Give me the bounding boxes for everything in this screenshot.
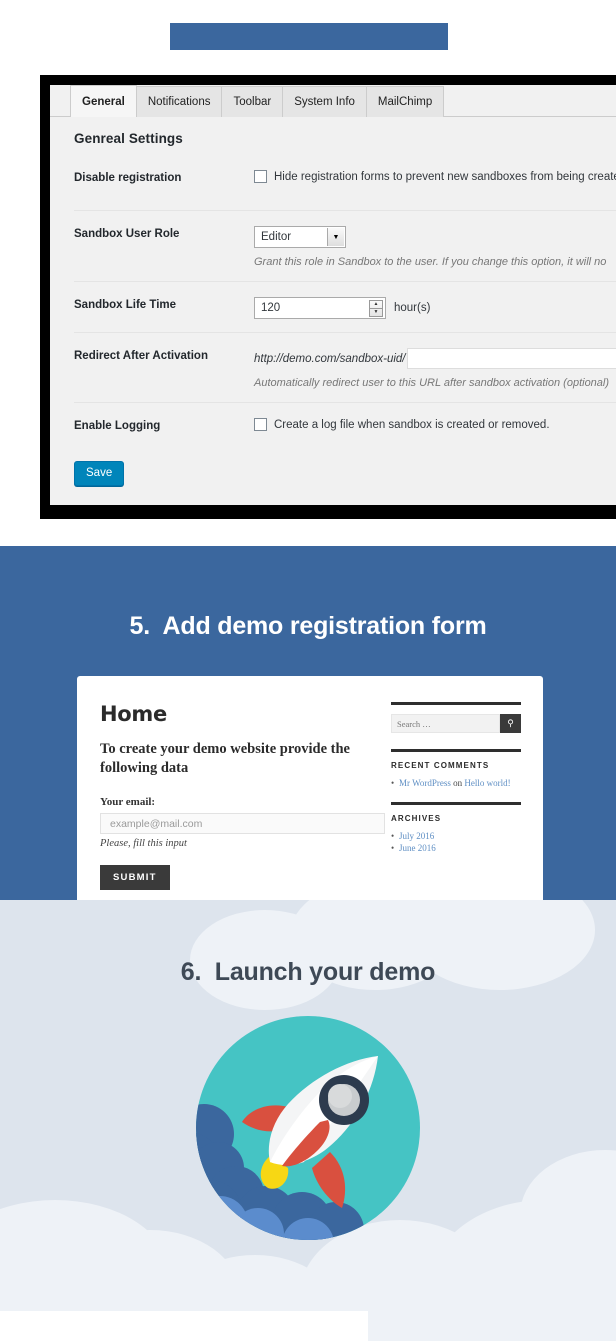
tab-mailchimp[interactable]: MailChimp xyxy=(365,86,445,117)
field-label: Sandbox Life Time xyxy=(74,299,177,311)
list-item: Mr WordPress on Hello world! xyxy=(391,778,521,788)
demo-main-content: Home To create your demo website provide… xyxy=(77,702,391,920)
recent-comments-title: RECENT COMMENTS xyxy=(391,761,490,770)
demo-subtitle: To create your demo website provide the … xyxy=(100,741,350,776)
archive-link-july[interactable]: July 2016 xyxy=(399,831,434,841)
list-item: June 2016 xyxy=(391,843,521,853)
search-icon[interactable]: ⚲ xyxy=(500,714,521,733)
wp-admin-screenshot: General Notifications Toolbar System Info Ma… xyxy=(40,75,616,519)
field-label: Redirect After Activation xyxy=(74,350,208,362)
form-row-sandbox-life-time: Sandbox Life Time 120 ▲ ▼ hour(s) xyxy=(74,281,616,332)
number-stepper[interactable]: ▲ ▼ xyxy=(369,300,383,317)
tab-toolbar[interactable]: Toolbar xyxy=(221,86,284,117)
divider xyxy=(391,802,521,805)
archives-title: ARCHIVES xyxy=(391,814,442,823)
page-title: Genreal Settings xyxy=(74,131,183,146)
field-label: Disable registration xyxy=(74,172,182,184)
email-field[interactable]: example@mail.com xyxy=(100,813,385,835)
section-6-number: 6. xyxy=(180,958,202,986)
bottom-white-band xyxy=(0,1311,368,1341)
form-row-enable-logging: Enable Logging Create a log file when sa… xyxy=(74,402,616,445)
section-5-number: 5. xyxy=(129,612,150,640)
demo-sidebar: Search … ⚲ RECENT COMMENTS Mr WordPress … xyxy=(391,702,531,920)
section-5-heading: 5. Add demo registration form xyxy=(0,546,616,641)
chevron-down-icon[interactable]: ▼ xyxy=(327,228,344,246)
demo-site-preview-card: Home To create your demo website provide… xyxy=(77,676,543,920)
redirect-url-input[interactable] xyxy=(406,348,616,369)
demo-page-title: Home xyxy=(100,702,167,726)
url-prefix-label: http://demo.com/sandbox-uid/ xyxy=(254,352,406,365)
disable-registration-checkbox[interactable] xyxy=(254,170,267,183)
unit-label: hour(s) xyxy=(394,302,431,314)
sandbox-life-time-input[interactable]: 120 ▲ ▼ xyxy=(254,297,386,319)
section-5-title: Add demo registration form xyxy=(162,612,487,640)
comment-author-link[interactable]: Mr WordPress xyxy=(399,778,451,788)
email-field-label: Your email: xyxy=(100,796,156,809)
rocket-launch-illustration xyxy=(196,1016,420,1240)
archives-list: July 2016 June 2016 xyxy=(391,831,521,853)
rocket-launch-icon xyxy=(196,1016,420,1240)
stepper-up-icon[interactable]: ▲ xyxy=(370,301,382,309)
divider xyxy=(391,702,521,705)
section-6-heading: 6. Launch your demo xyxy=(0,958,616,987)
search-input[interactable]: Search … xyxy=(391,714,500,733)
field-label: Enable Logging xyxy=(74,420,161,432)
list-item: July 2016 xyxy=(391,831,521,841)
wp-admin-panel: General Notifications Toolbar System Info Ma… xyxy=(50,85,616,505)
archive-link-june[interactable]: June 2016 xyxy=(399,843,436,853)
checkbox-label: Create a log file when sandbox is create… xyxy=(274,418,550,431)
rocket-window-glass-highlight xyxy=(328,1084,352,1108)
top-cropped-heading-bar xyxy=(170,23,448,50)
comment-post-link[interactable]: Hello world! xyxy=(464,778,510,788)
settings-tabs: General Notifications Toolbar System Info Ma… xyxy=(50,85,616,117)
section-6-title: Launch your demo xyxy=(214,958,436,986)
tab-notifications[interactable]: Notifications xyxy=(135,86,223,117)
save-button[interactable]: Save xyxy=(74,461,125,486)
settings-body: Genreal Settings Disable registration Hi… xyxy=(50,117,616,486)
tab-system-info[interactable]: System Info xyxy=(282,86,367,117)
sandbox-user-role-select[interactable]: Editor ▼ xyxy=(254,226,346,248)
form-row-sandbox-user-role: Sandbox User Role Editor ▼ Grant this ro… xyxy=(74,210,616,281)
number-value: 120 xyxy=(261,302,281,314)
divider xyxy=(391,749,521,752)
tab-general[interactable]: General xyxy=(70,85,137,117)
field-label: Sandbox User Role xyxy=(74,228,180,240)
field-hint: Grant this role in Sandbox to the user. … xyxy=(254,256,607,268)
search-widget: Search … ⚲ xyxy=(391,714,521,733)
stepper-down-icon[interactable]: ▼ xyxy=(370,309,382,316)
email-validation-message: Please, fill this input xyxy=(100,838,187,850)
comment-on-text: on xyxy=(450,778,465,788)
form-row-redirect-after-activation: Redirect After Activation http://demo.co… xyxy=(74,332,616,402)
field-hint: Automatically redirect user to this URL … xyxy=(254,377,610,389)
recent-comments-list: Mr WordPress on Hello world! xyxy=(391,778,521,788)
enable-logging-checkbox[interactable] xyxy=(254,418,267,431)
form-row-disable-registration: Disable registration Hide registration f… xyxy=(74,168,616,210)
submit-button[interactable]: SUBMIT xyxy=(100,865,170,891)
select-value: Editor xyxy=(261,231,292,243)
checkbox-label: Hide registration forms to prevent new s… xyxy=(274,170,616,183)
